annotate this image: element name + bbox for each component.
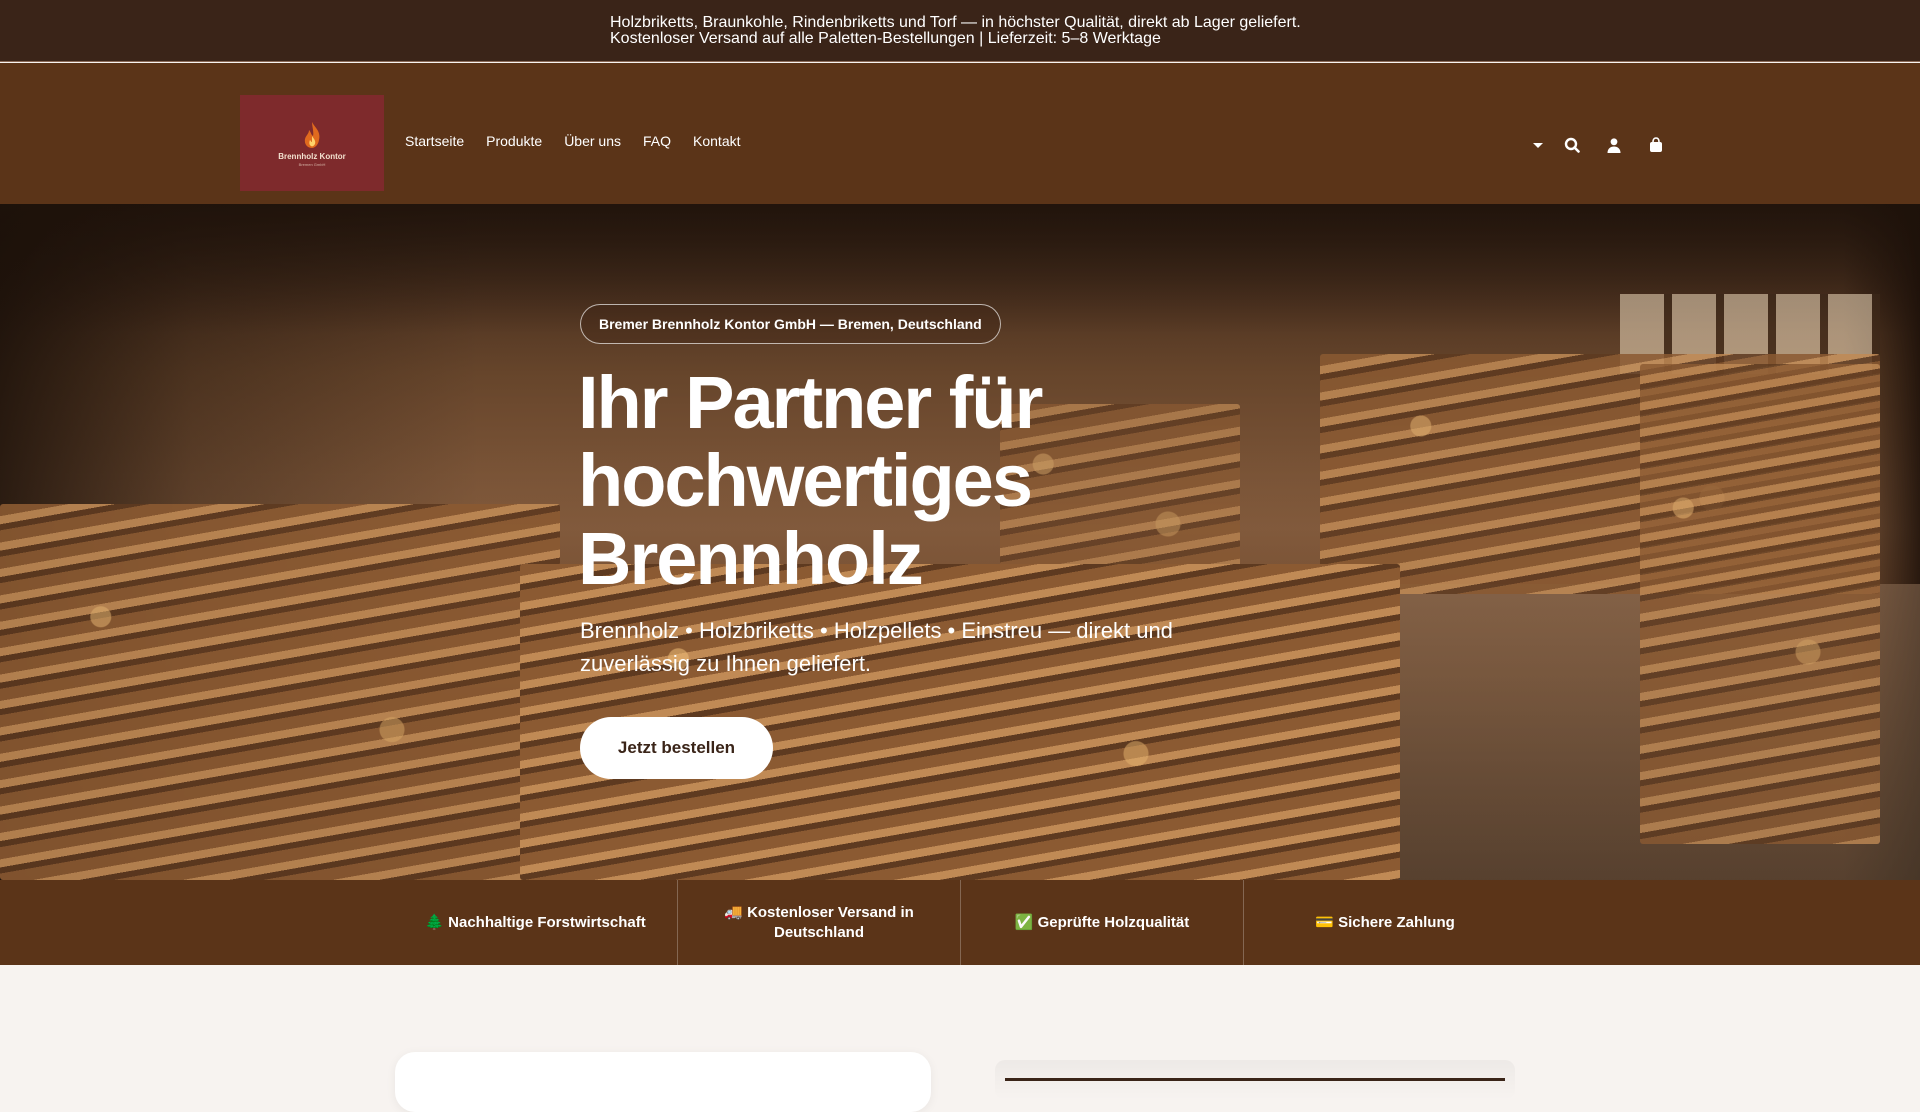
header-actions [1528,135,1666,155]
truck-icon: 🚚 [724,903,743,921]
feature-item: 🌲 Nachhaltige Forstwirtschaft [394,880,677,965]
site-header: Brennholz Kontor Bremen GmbH Startseite … [0,63,1920,204]
cart-icon[interactable] [1646,135,1666,155]
search-icon[interactable] [1562,135,1582,155]
feature-text: 💳 Sichere Zahlung [1315,913,1455,931]
hero-title: Ihr Partner für hochwertiges Brennholz [578,361,1043,600]
nav-produkte[interactable]: Produkte [486,133,542,149]
logo-subtitle: Bremen GmbH [298,161,326,167]
tree-icon: 🌲 [425,913,444,931]
feature-bar: 🌲 Nachhaltige Forstwirtschaft 🚚 Kostenlo… [0,880,1920,965]
feature-item: 🚚 Kostenloser Versand in Deutschland [677,880,960,965]
hero-section: Bremer Brennholz Kontor GmbH — Bremen, D… [0,204,1920,880]
feature-text: ✅ Geprüfte Holzqualität [1014,913,1190,931]
content-card [395,1052,931,1112]
nav-ueber-uns[interactable]: Über uns [564,133,621,149]
logo[interactable]: Brennholz Kontor Bremen GmbH [240,95,384,191]
logo-name: Brennholz Kontor [278,151,346,161]
nav-startseite[interactable]: Startseite [405,133,464,149]
nav-kontakt[interactable]: Kontakt [693,133,740,149]
feature-text: 🌲 Nachhaltige Forstwirtschaft [425,913,646,931]
card-icon: 💳 [1315,913,1334,931]
nav-faq[interactable]: FAQ [643,133,671,149]
firewood-stack [1640,364,1880,844]
order-now-button[interactable]: Jetzt bestellen [580,717,773,779]
main-nav: Startseite Produkte Über uns FAQ Kontakt [405,133,741,149]
hero-lead: Brennholz • Holzbriketts • Holzpellets •… [580,618,1173,676]
account-icon[interactable] [1604,135,1624,155]
chevron-down-icon[interactable] [1528,135,1548,155]
announcement-text: Holzbriketts, Braunkohle, Rindenbriketts… [610,13,1301,47]
firewood-stack [0,504,560,880]
feature-text: 🚚 Kostenloser Versand in Deutschland [724,903,914,941]
check-icon: ✅ [1014,913,1034,931]
content-image-card [995,1060,1515,1100]
feature-item: ✅ Geprüfte Holzqualität [960,880,1243,965]
announcement-bar: Holzbriketts, Braunkohle, Rindenbriketts… [0,0,1920,62]
feature-item: 💳 Sichere Zahlung [1243,880,1526,965]
hero-badge: Bremer Brennholz Kontor GmbH — Bremen, D… [580,304,1001,344]
flame-icon [304,121,320,148]
